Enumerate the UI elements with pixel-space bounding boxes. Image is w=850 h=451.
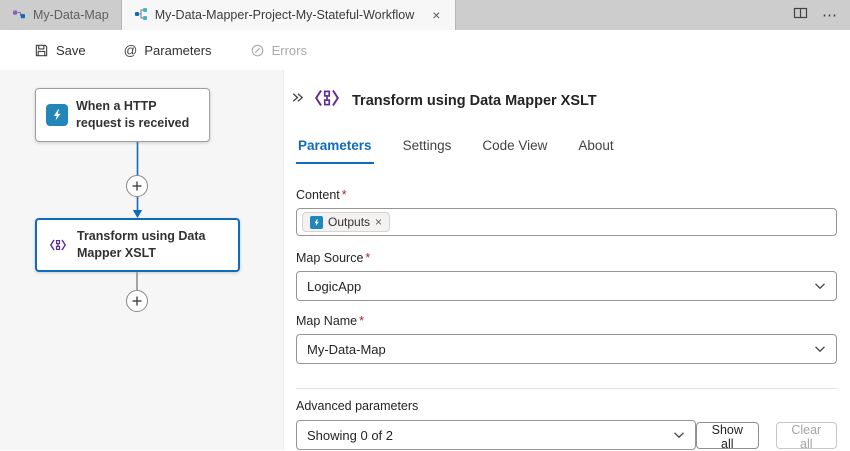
parameters-button[interactable]: @ Parameters bbox=[124, 43, 212, 58]
tab-label: My-Data-Map bbox=[33, 8, 109, 22]
trigger-card-http-request[interactable]: When a HTTP request is received bbox=[35, 88, 210, 142]
editor-tab-bar: My-Data-Map My-Data-Mapper-Project-My-St… bbox=[0, 0, 850, 30]
panel-tab-bar: Parameters Settings Code View About bbox=[296, 134, 616, 164]
tab-settings[interactable]: Settings bbox=[401, 134, 454, 164]
map-source-value: LogicApp bbox=[307, 279, 361, 294]
http-request-icon bbox=[46, 104, 68, 126]
advanced-parameters-row: Showing 0 of 2 Show all Clear all bbox=[296, 420, 837, 450]
content-label: Content* bbox=[296, 188, 837, 202]
chevron-down-icon bbox=[814, 282, 826, 290]
parameters-form: Content* Outputs × Map Source* LogicApp bbox=[296, 188, 837, 450]
trigger-card-label: When a HTTP request is received bbox=[76, 98, 199, 133]
save-label: Save bbox=[56, 43, 86, 58]
tab-parameters[interactable]: Parameters bbox=[296, 134, 374, 164]
workflow-canvas: When a HTTP request is received Transfor… bbox=[0, 70, 283, 450]
plus-icon bbox=[132, 296, 142, 306]
map-name-label: Map Name* bbox=[296, 314, 837, 328]
insert-action-button[interactable] bbox=[126, 175, 148, 197]
add-action-button[interactable] bbox=[126, 290, 148, 312]
more-actions-icon[interactable]: ⋯ bbox=[822, 6, 838, 24]
remove-token-icon[interactable]: × bbox=[375, 216, 382, 228]
plus-icon bbox=[132, 181, 142, 191]
map-source-label-text: Map Source bbox=[296, 251, 363, 265]
required-asterisk: * bbox=[342, 188, 347, 202]
content-label-text: Content bbox=[296, 188, 340, 202]
required-asterisk: * bbox=[365, 251, 370, 265]
action-details-panel: Transform using Data Mapper XSLT Paramet… bbox=[283, 70, 850, 450]
section-divider bbox=[296, 388, 837, 389]
errors-button[interactable]: Errors bbox=[250, 43, 307, 58]
save-icon bbox=[34, 43, 49, 58]
tab-workflow[interactable]: My-Data-Mapper-Project-My-Stateful-Workf… bbox=[122, 0, 457, 30]
workflow-edge bbox=[136, 272, 138, 290]
map-source-label: Map Source* bbox=[296, 251, 837, 265]
content-input[interactable]: Outputs × bbox=[296, 208, 837, 236]
panel-header: Transform using Data Mapper XSLT bbox=[312, 83, 597, 118]
data-map-file-icon bbox=[12, 7, 26, 24]
tab-about[interactable]: About bbox=[576, 134, 615, 164]
map-name-label-text: Map Name bbox=[296, 314, 357, 328]
tabbar-actions: ⋯ bbox=[793, 0, 850, 30]
chevron-down-icon bbox=[814, 345, 826, 353]
error-circle-icon bbox=[250, 43, 265, 58]
parameters-label: Parameters bbox=[144, 43, 211, 58]
split-editor-icon[interactable] bbox=[793, 6, 808, 25]
errors-label: Errors bbox=[272, 43, 307, 58]
panel-title: Transform using Data Mapper XSLT bbox=[352, 93, 597, 109]
app-window: My-Data-Map My-Data-Mapper-Project-My-St… bbox=[0, 0, 850, 450]
required-asterisk: * bbox=[359, 314, 364, 328]
tab-code-view[interactable]: Code View bbox=[480, 134, 549, 164]
designer-toolbar: Save @ Parameters Errors bbox=[0, 30, 850, 70]
outputs-token-chip[interactable]: Outputs × bbox=[302, 212, 390, 232]
advanced-parameters-value: Showing 0 of 2 bbox=[307, 428, 393, 443]
save-button[interactable]: Save bbox=[34, 43, 86, 58]
advanced-parameters-select[interactable]: Showing 0 of 2 bbox=[296, 420, 696, 450]
tab-my-data-map[interactable]: My-Data-Map bbox=[0, 0, 122, 30]
parameters-icon: @ bbox=[124, 43, 138, 58]
action-card-transform-xslt[interactable]: Transform using Data Mapper XSLT bbox=[35, 218, 240, 272]
workflow-file-icon bbox=[134, 7, 148, 24]
close-icon[interactable]: × bbox=[429, 7, 443, 23]
tab-label: My-Data-Mapper-Project-My-Stateful-Workf… bbox=[155, 8, 415, 22]
collapse-panel-icon[interactable] bbox=[290, 90, 305, 110]
clear-all-button[interactable]: Clear all bbox=[776, 422, 837, 449]
token-label: Outputs bbox=[328, 215, 370, 229]
advanced-parameters-label: Advanced parameters bbox=[296, 399, 837, 413]
action-card-label: Transform using Data Mapper XSLT bbox=[77, 228, 228, 263]
data-mapper-xslt-icon bbox=[47, 234, 69, 256]
map-source-select[interactable]: LogicApp bbox=[296, 271, 837, 301]
show-all-button[interactable]: Show all bbox=[696, 422, 759, 449]
chevron-down-icon bbox=[673, 431, 685, 439]
map-name-select[interactable]: My-Data-Map bbox=[296, 334, 837, 364]
map-name-value: My-Data-Map bbox=[307, 342, 386, 357]
data-mapper-xslt-icon bbox=[312, 83, 342, 118]
http-request-icon bbox=[310, 216, 323, 229]
